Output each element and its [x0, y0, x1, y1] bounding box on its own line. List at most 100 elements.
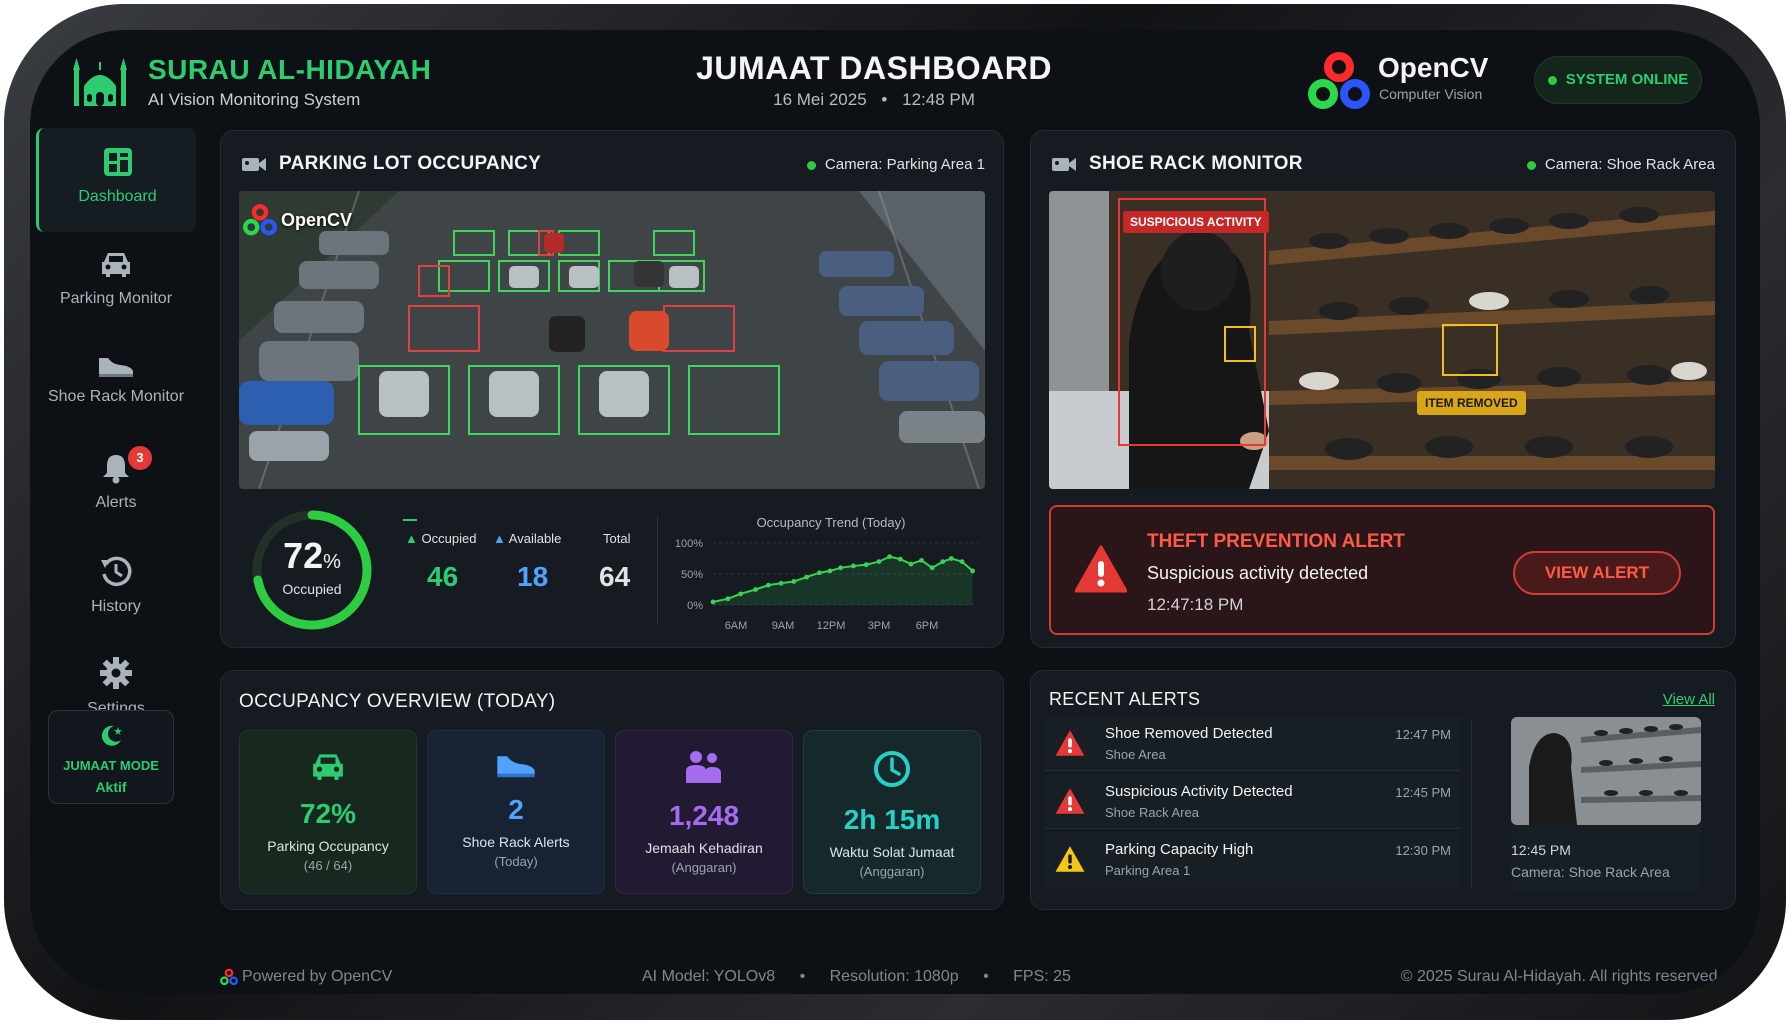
trend-point: [948, 556, 954, 561]
trend-point: [738, 591, 744, 597]
alert-title: Parking Capacity High: [1105, 841, 1254, 858]
footer-meta: AI Model: YOLOv8 • Resolution: 1080p • F…: [642, 968, 1071, 985]
camera-icon: [242, 158, 266, 171]
jumaat-mode-status: Aktif: [95, 779, 127, 795]
tile-label: Waktu Solat Jumaat: [829, 844, 955, 860]
alert-location: Shoe Rack Area: [1105, 805, 1199, 820]
alert-thumbnail-panel[interactable]: 12:45 PM Camera: Shoe Rack Area: [1511, 717, 1701, 891]
tile-value: 72%: [299, 798, 357, 829]
warning-icon: [1075, 545, 1127, 593]
sidebar-item-label: History: [91, 598, 141, 615]
trend-point: [863, 562, 869, 568]
brand-name: OpenCV: [1378, 52, 1489, 83]
overview-title: OCCUPANCY OVERVIEW (TODAY): [239, 691, 556, 712]
suspicious-activity-tag: SUSPICIOUS ACTIVITY: [1123, 211, 1269, 233]
clock-icon: [874, 751, 910, 787]
available-legend: ▲ Available: [493, 531, 562, 546]
opencv-logo-icon: [1308, 50, 1370, 117]
recent-alerts-card: RECENT ALERTS View All Shoe Removed Dete…: [1030, 670, 1736, 910]
current-time: 12:48 PM: [902, 90, 975, 109]
shoe-rack-card: SHOE RACK MONITOR Camera: Shoe Rack Area…: [1030, 130, 1736, 648]
sidebar-item-parking-monitor[interactable]: Parking Monitor: [36, 232, 196, 336]
shoe-icon: [497, 756, 535, 778]
critical-alert-icon: [1055, 788, 1085, 814]
sidebar-item-shoe-rack-monitor[interactable]: Shoe Rack Monitor: [36, 334, 196, 438]
parking-card: PARKING LOT OCCUPANCY Camera: Parking Ar…: [220, 130, 1004, 648]
available-car-icon: ▲: [493, 531, 506, 546]
opencv-footer-logo-icon: [220, 968, 238, 986]
tile-value: 1,248: [668, 800, 740, 831]
alert-thumbnail-image: [1511, 717, 1701, 825]
jumaat-mode-title: JUMAAT MODE: [63, 758, 159, 773]
sidebar-item-history[interactable]: History: [36, 538, 196, 642]
footer-copyright: © 2025 Surau Al-Hidayah. All rights rese…: [1400, 968, 1722, 985]
sidebar-item-dashboard[interactable]: Dashboard: [36, 128, 196, 232]
system-status-pill: SYSTEM ONLINE: [1534, 56, 1702, 104]
x-tick-label: 6AM: [725, 620, 748, 632]
shoe-card-title: SHOE RACK MONITOR: [1089, 153, 1303, 174]
parking-card-title: PARKING LOT OCCUPANCY: [279, 153, 542, 174]
shoe-rack-image: [1049, 191, 1715, 489]
sidebar-item-alerts[interactable]: 3 Alerts: [36, 436, 196, 540]
brand-subtitle: Computer Vision: [1379, 86, 1483, 102]
thumbnail-time: 12:45 PM: [1511, 842, 1571, 858]
moon-icon: [101, 725, 122, 746]
thumbnail-camera: Camera: Shoe Rack Area: [1511, 864, 1670, 880]
occupied-value: 46: [427, 561, 459, 592]
theft-alert-description: Suspicious activity detected: [1147, 563, 1369, 583]
x-tick-label: 6PM: [916, 620, 939, 632]
alert-row[interactable]: Parking Capacity High Parking Area 1 12:…: [1045, 833, 1461, 887]
alert-time: 12:47 PM: [1395, 727, 1451, 742]
stat-tile-prayer-time[interactable]: 2h 15m Waktu Solat Jumaat (Anggaran): [803, 730, 981, 894]
view-alert-button[interactable]: VIEW ALERT: [1513, 551, 1681, 595]
occupied-legend: ▲ Occupied: [405, 531, 477, 546]
view-all-link[interactable]: View All: [1663, 691, 1715, 708]
trend-point: [919, 557, 924, 563]
footer-resolution: Resolution: 1080p: [829, 968, 959, 985]
sidebar-item-label: Alerts: [95, 494, 137, 511]
gauge-value: 72%: [283, 535, 341, 576]
alert-location: Shoe Area: [1105, 747, 1166, 762]
occupied-car-icon: ▲: [405, 531, 418, 546]
sidebar-item-label: Shoe Rack Monitor: [47, 388, 185, 405]
shoe-camera-label: Camera: Shoe Rack Area: [1526, 156, 1715, 173]
history-icon: [101, 556, 132, 587]
recent-alerts-title: RECENT ALERTS: [1049, 689, 1201, 709]
status-dot-icon: [1547, 75, 1557, 85]
trend-point: [959, 559, 965, 564]
tile-sub: (Today): [494, 854, 538, 869]
shoe-icon: [99, 358, 133, 377]
alerts-count-badge: 3: [128, 446, 152, 470]
tablet-frame: SURAU AL-HIDAYAH AI Vision Monitoring Sy…: [4, 4, 1786, 1020]
stat-tile-attendance[interactable]: 1,248 Jemaah Kehadiran (Anggaran): [615, 730, 793, 894]
tile-label: Shoe Rack Alerts: [462, 834, 570, 850]
shoe-camera-feed[interactable]: SUSPICIOUS ACTIVITY ITEM REMOVED: [1049, 191, 1715, 489]
trend-point: [710, 599, 716, 605]
x-tick-label: 9AM: [772, 620, 795, 632]
x-tick-label: 12PM: [817, 620, 846, 632]
car-icon: [102, 253, 130, 277]
parking-camera-feed[interactable]: OpenCV: [239, 191, 985, 489]
gear-icon: [100, 657, 132, 689]
dashboard-icon: [103, 148, 132, 176]
tile-sub: (Anggaran): [671, 860, 737, 875]
trend-point: [827, 568, 833, 574]
system-status: SYSTEM ONLINE: [1565, 71, 1689, 88]
trend-point: [804, 574, 810, 580]
y-tick-label: 0%: [687, 600, 703, 612]
stat-tile-shoe-alerts[interactable]: 2 Shoe Rack Alerts (Today): [427, 730, 605, 894]
trend-point: [929, 565, 935, 571]
trend-point: [778, 580, 784, 586]
trend-point: [970, 568, 976, 574]
jumaat-mode-card[interactable]: JUMAAT MODE Aktif: [48, 710, 174, 804]
tile-sub: (Anggaran): [859, 864, 925, 879]
people-icon: [686, 751, 721, 783]
alert-row[interactable]: Suspicious Activity Detected Shoe Rack A…: [1045, 775, 1461, 829]
stat-tile-parking[interactable]: 72% Parking Occupancy (46 / 64): [239, 730, 417, 894]
current-date: 16 Mei 2025: [773, 90, 867, 109]
alert-time: 12:30 PM: [1395, 843, 1451, 858]
trend-point: [908, 561, 914, 567]
critical-alert-icon: [1055, 730, 1085, 756]
alert-row[interactable]: Shoe Removed Detected Shoe Area 12:47 PM: [1045, 717, 1461, 771]
trend-point: [817, 570, 822, 576]
